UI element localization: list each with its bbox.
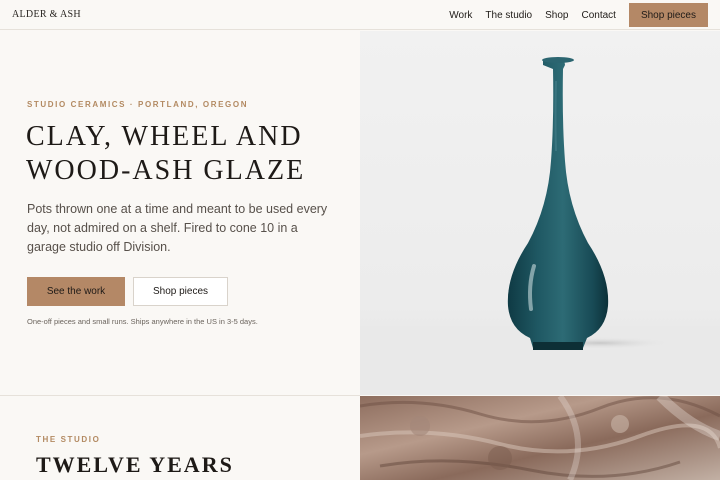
hero-headline: CLAY, WHEEL AND WOOD-ASH GLAZE bbox=[26, 121, 306, 186]
nav-link-contact[interactable]: Contact bbox=[581, 10, 615, 21]
nav-link-shop[interactable]: Shop bbox=[545, 10, 568, 21]
studio-title: TWELVE YEARS bbox=[36, 452, 234, 477]
site-header: ALDER & ASH Work The studio Shop Contact… bbox=[0, 0, 720, 30]
hero-vase-image bbox=[360, 31, 720, 395]
hero-eyebrow: STUDIO CERAMICS · PORTLAND, OREGON bbox=[27, 100, 249, 109]
main-nav: Work The studio Shop Contact Shop pieces bbox=[436, 0, 708, 30]
nav-link-work[interactable]: Work bbox=[449, 10, 472, 21]
vase-illustration bbox=[360, 31, 720, 395]
hero-description: Pots thrown one at a time and meant to b… bbox=[27, 202, 328, 254]
shop-pieces-button[interactable]: Shop pieces bbox=[133, 277, 228, 306]
see-the-work-button[interactable]: See the work bbox=[27, 277, 125, 306]
nav-link-the-studio[interactable]: The studio bbox=[485, 10, 532, 21]
header-shop-pieces-button[interactable]: Shop pieces bbox=[628, 3, 708, 27]
site-logo[interactable]: ALDER & ASH bbox=[12, 9, 81, 20]
shipping-note: One-off pieces and small runs. Ships any… bbox=[27, 317, 258, 326]
studio-glaze-texture-image bbox=[360, 396, 720, 480]
glaze-texture-illustration bbox=[360, 396, 720, 480]
studio-eyebrow: THE STUDIO bbox=[36, 435, 101, 444]
